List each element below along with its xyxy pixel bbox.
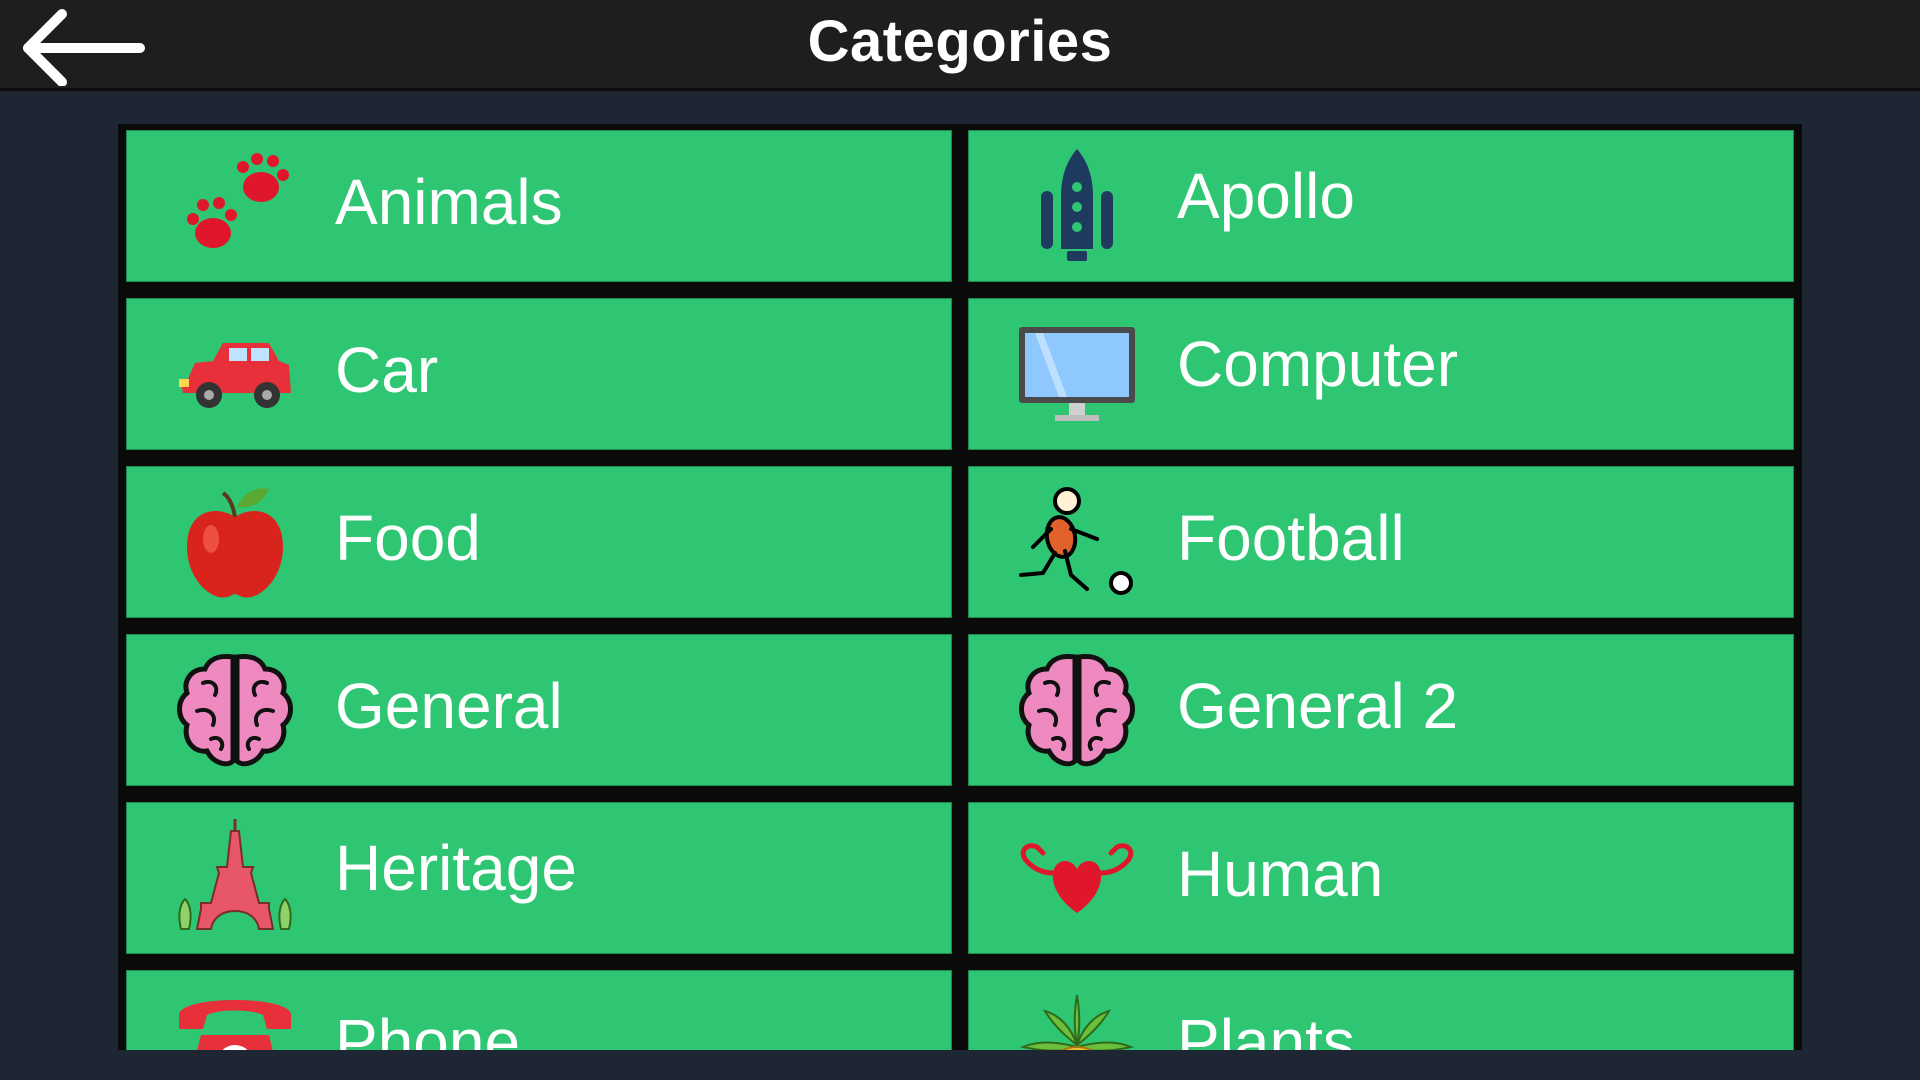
heart-muscles-icon <box>1015 817 1139 941</box>
category-label: Car <box>335 334 439 406</box>
category-tile-phone[interactable]: Phone <box>126 970 952 1050</box>
category-label: Computer <box>1177 328 1458 400</box>
category-tile-animals[interactable]: Animals <box>126 130 952 282</box>
category-tile-computer[interactable]: Computer <box>968 298 1794 450</box>
eiffel-tower-icon <box>173 817 297 941</box>
apple-icon <box>173 481 297 605</box>
car-icon <box>173 313 297 437</box>
category-tile-apollo[interactable]: Apollo <box>968 130 1794 282</box>
brain-icon <box>173 649 297 773</box>
category-tile-general[interactable]: General <box>126 634 952 786</box>
brain-icon <box>1015 649 1139 773</box>
monitor-icon <box>1015 313 1139 437</box>
category-label: Phone <box>335 1006 521 1050</box>
football-player-icon <box>1015 481 1139 605</box>
category-tile-human[interactable]: Human <box>968 802 1794 954</box>
category-label: Apollo <box>1177 160 1355 232</box>
category-label: General <box>335 670 563 742</box>
category-label: Animals <box>335 166 563 238</box>
category-grid[interactable]: Animals Apollo Car Computer Food Footbal… <box>118 124 1802 1050</box>
rocket-icon <box>1015 145 1139 269</box>
category-label: Human <box>1177 838 1384 910</box>
category-tile-food[interactable]: Food <box>126 466 952 618</box>
category-tile-car[interactable]: Car <box>126 298 952 450</box>
category-tile-plants[interactable]: Plants <box>968 970 1794 1050</box>
category-label: Plants <box>1177 1006 1355 1050</box>
category-label: Heritage <box>335 832 577 904</box>
paw-prints-icon <box>173 145 297 269</box>
telephone-icon <box>173 985 297 1050</box>
category-tile-football[interactable]: Football <box>968 466 1794 618</box>
category-label: Football <box>1177 502 1405 574</box>
plant-icon <box>1015 985 1139 1050</box>
category-tile-general-2[interactable]: General 2 <box>968 634 1794 786</box>
page-title: Categories <box>807 9 1113 74</box>
category-label: Food <box>335 502 481 574</box>
category-tile-heritage[interactable]: Heritage <box>126 802 952 954</box>
category-label: General 2 <box>1177 670 1459 742</box>
top-bar: Categories <box>0 0 1920 91</box>
